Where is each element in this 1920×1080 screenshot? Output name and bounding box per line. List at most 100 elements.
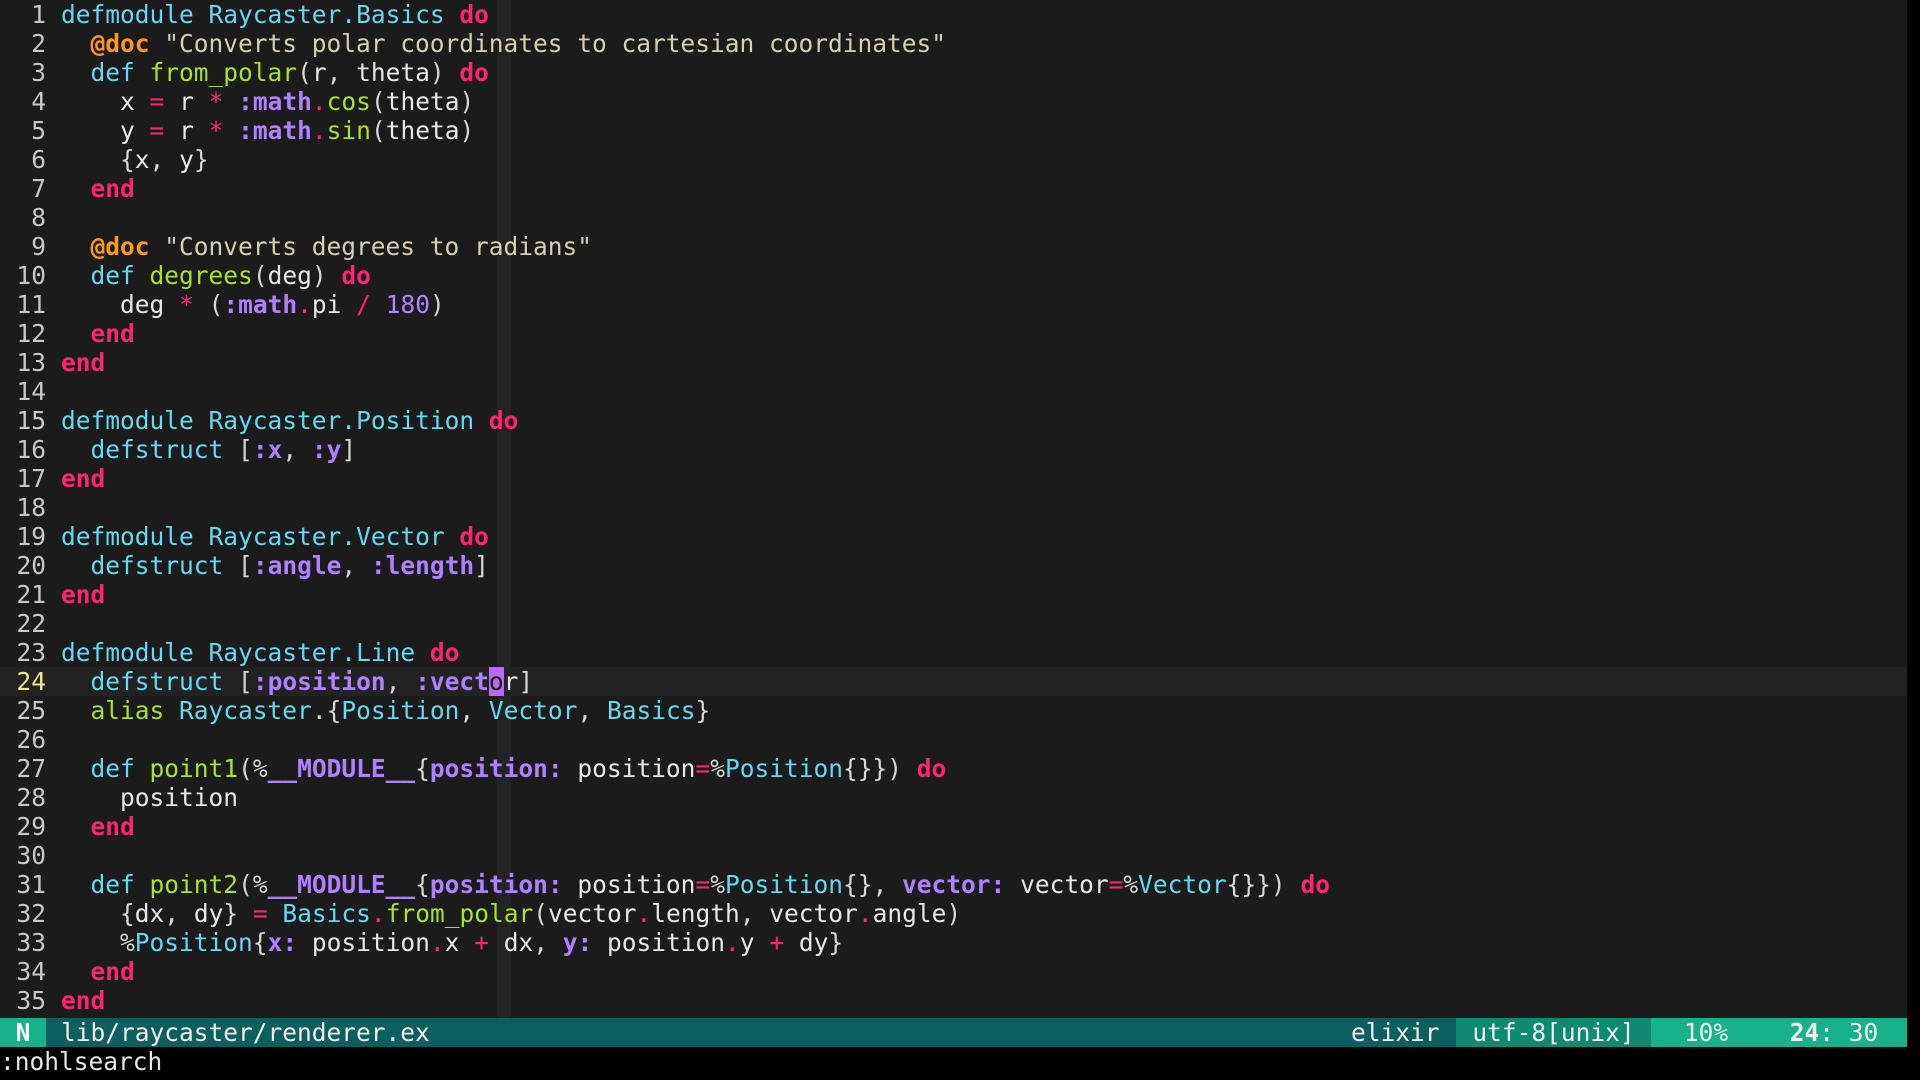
line-number: 27 xyxy=(16,754,46,783)
line-text: x = r * :math.cos(theta) xyxy=(120,87,475,116)
line-text: defmodule Raycaster.Line do xyxy=(61,638,460,667)
line-text: deg * (:math.pi / 180) xyxy=(120,290,445,319)
code-line[interactable]: 19 defmodule Raycaster.Vector do xyxy=(0,522,1907,551)
code-line[interactable]: 17 end xyxy=(0,464,1907,493)
code-line[interactable]: 11 deg * (:math.pi / 180) xyxy=(0,290,1907,319)
line-text: end xyxy=(90,812,135,841)
text-cursor: o xyxy=(488,667,504,696)
line-number: 1 xyxy=(31,0,46,29)
line-text: defstruct [:position, :vector] xyxy=(90,667,534,696)
code-line[interactable]: 14 xyxy=(0,377,1907,406)
code-line[interactable]: 33 %Position{x: position.x + dx, y: posi… xyxy=(0,928,1907,957)
code-line[interactable]: 13 end xyxy=(0,348,1907,377)
line-text: defmodule Raycaster.Position do xyxy=(61,406,519,435)
status-line: N lib/raycaster/renderer.ex elixir utf-8… xyxy=(0,1018,1907,1047)
line-text: position xyxy=(120,783,239,812)
code-line[interactable]: 28 position xyxy=(0,783,1907,812)
code-line[interactable]: 23 defmodule Raycaster.Line do xyxy=(0,638,1907,667)
code-line[interactable]: 16 defstruct [:x, :y] xyxy=(0,435,1907,464)
code-line[interactable]: 30 xyxy=(0,841,1907,870)
scroll-percent: 10% xyxy=(1651,1018,1761,1047)
line-number: 12 xyxy=(16,319,46,348)
line-text: end xyxy=(90,957,135,986)
code-line[interactable]: 10 def degrees(deg) do xyxy=(0,261,1907,290)
code-line[interactable]: 12 end xyxy=(0,319,1907,348)
line-text: {x, y} xyxy=(120,145,209,174)
line-text: def from_polar(r, theta) do xyxy=(90,58,489,87)
line-text: end xyxy=(61,986,106,1015)
line-number: 29 xyxy=(16,812,46,841)
line-number: 6 xyxy=(31,145,46,174)
code-line[interactable]: 18 xyxy=(0,493,1907,522)
code-line[interactable]: 7 end xyxy=(0,174,1907,203)
line-number: 31 xyxy=(16,870,46,899)
code-line[interactable]: 24 defstruct [:position, :vector] xyxy=(0,667,1907,696)
line-number: 15 xyxy=(16,406,46,435)
code-line[interactable]: 32 {dx, dy} = Basics.from_polar(vector.l… xyxy=(0,899,1907,928)
line-number: 10 xyxy=(16,261,46,290)
line-number: 3 xyxy=(31,58,46,87)
code-line[interactable]: 25 alias Raycaster.{Position, Vector, Ba… xyxy=(0,696,1907,725)
code-line[interactable]: 3 def from_polar(r, theta) do xyxy=(0,58,1907,87)
line-number: 28 xyxy=(16,783,46,812)
code-line[interactable]: 34 end xyxy=(0,957,1907,986)
line-number: 22 xyxy=(16,609,46,638)
code-line[interactable]: 15 defmodule Raycaster.Position do xyxy=(0,406,1907,435)
line-text: end xyxy=(90,174,135,203)
line-text: %Position{x: position.x + dx, y: positio… xyxy=(120,928,844,957)
line-text: {dx, dy} = Basics.from_polar(vector.leng… xyxy=(120,899,962,928)
line-text: alias Raycaster.{Position, Vector, Basic… xyxy=(90,696,711,725)
line-number: 20 xyxy=(16,551,46,580)
line-text: def point2(%__MODULE__{position: positio… xyxy=(90,870,1330,899)
code-line[interactable]: 27 def point1(%__MODULE__{position: posi… xyxy=(0,754,1907,783)
line-number: 13 xyxy=(16,348,46,377)
line-number: 26 xyxy=(16,725,46,754)
line-text: defmodule Raycaster.Vector do xyxy=(61,522,489,551)
code-editor[interactable]: 1 defmodule Raycaster.Basics do 2 @doc "Co… xyxy=(0,0,1907,1018)
code-line[interactable]: 22 xyxy=(0,609,1907,638)
line-number: 32 xyxy=(16,899,46,928)
line-number: 35 xyxy=(16,986,46,1015)
code-line[interactable]: 1 defmodule Raycaster.Basics do xyxy=(0,0,1907,29)
code-line[interactable]: 20 defstruct [:angle, :length] xyxy=(0,551,1907,580)
code-line[interactable]: 5 y = r * :math.sin(theta) xyxy=(0,116,1907,145)
code-line[interactable]: 2 @doc "Converts polar coordinates to ca… xyxy=(0,29,1907,58)
line-number: 4 xyxy=(31,87,46,116)
encoding-label: utf-8[unix] xyxy=(1456,1018,1651,1047)
line-number: 11 xyxy=(16,290,46,319)
mode-indicator: N xyxy=(0,1018,46,1047)
line-text: def degrees(deg) do xyxy=(90,261,371,290)
line-number: 34 xyxy=(16,957,46,986)
line-number: 2 xyxy=(31,29,46,58)
file-path: lib/raycaster/renderer.ex xyxy=(61,1018,430,1047)
code-line[interactable]: 29 end xyxy=(0,812,1907,841)
command-line[interactable]: :nohlsearch xyxy=(0,1047,1920,1076)
code-line[interactable]: 35 end xyxy=(0,986,1907,1015)
code-line[interactable]: 21 end xyxy=(0,580,1907,609)
line-text: @doc "Converts degrees to radians" xyxy=(90,232,593,261)
line-number: 21 xyxy=(16,580,46,609)
line-number: 5 xyxy=(31,116,46,145)
line-number: 25 xyxy=(16,696,46,725)
code-line[interactable]: 9 @doc "Converts degrees to radians" xyxy=(0,232,1907,261)
line-number: 9 xyxy=(31,232,46,261)
code-line[interactable]: 26 xyxy=(0,725,1907,754)
line-text: defstruct [:angle, :length] xyxy=(90,551,489,580)
line-number: 16 xyxy=(16,435,46,464)
line-text: defstruct [:x, :y] xyxy=(90,435,357,464)
terminal-window: 1 defmodule Raycaster.Basics do 2 @doc "Co… xyxy=(0,0,1920,1080)
line-text: defmodule Raycaster.Basics do xyxy=(61,0,489,29)
line-text: y = r * :math.sin(theta) xyxy=(120,116,475,145)
code-line[interactable]: 31 def point2(%__MODULE__{position: posi… xyxy=(0,870,1907,899)
line-number: 24 xyxy=(16,667,46,696)
code-line[interactable]: 4 x = r * :math.cos(theta) xyxy=(0,87,1907,116)
line-text: @doc "Converts polar coordinates to cart… xyxy=(90,29,947,58)
line-number: 23 xyxy=(16,638,46,667)
line-number: 18 xyxy=(16,493,46,522)
line-number: 17 xyxy=(16,464,46,493)
code-line[interactable]: 8 xyxy=(0,203,1907,232)
cursor-column-number: 30 xyxy=(1848,1018,1879,1047)
line-number: 33 xyxy=(16,928,46,957)
line-number: 30 xyxy=(16,841,46,870)
code-line[interactable]: 6 {x, y} xyxy=(0,145,1907,174)
